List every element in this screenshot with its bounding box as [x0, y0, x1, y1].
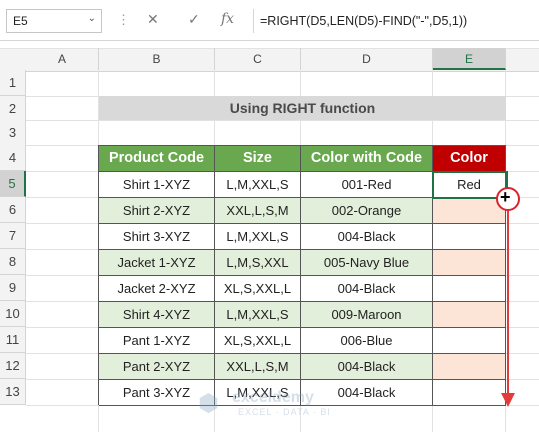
chevron-down-icon[interactable]: ⌄ [88, 13, 96, 24]
table-cell[interactable]: 001-Red [301, 172, 433, 198]
column-header-e[interactable]: E [433, 48, 506, 70]
table-cell[interactable]: Shirt 3-XYZ [99, 224, 215, 250]
table-cell[interactable] [433, 198, 506, 224]
table-header-product-code[interactable]: Product Code [99, 146, 215, 172]
row-header-11[interactable]: 11 [0, 327, 26, 353]
table-cell[interactable]: Pant 1-XYZ [99, 328, 215, 354]
column-header-b[interactable]: B [99, 48, 215, 70]
table-cell[interactable]: L,M,XXL,S [215, 224, 301, 250]
table-cell[interactable]: XXL,L,S,M [215, 354, 301, 380]
row-header-2[interactable]: 2 [0, 96, 26, 122]
table-cell[interactable]: L,M,XXL,S [215, 302, 301, 328]
arrow-down-icon [501, 393, 515, 407]
table-cell[interactable]: XL,S,XXL,L [215, 276, 301, 302]
row-header-1[interactable]: 1 [0, 70, 26, 96]
table-header-size[interactable]: Size [215, 146, 301, 172]
table-cell[interactable]: XXL,L,S,M [215, 198, 301, 224]
column-header-c[interactable]: C [215, 48, 301, 70]
enter-icon[interactable]: ✓ [188, 11, 200, 28]
row-header-6[interactable]: 6 [0, 197, 26, 223]
formula-bar: E5 ⌄ ⋮ ✕ ✓ fx =RIGHT(D5,LEN(D5)-FIND("-"… [0, 0, 539, 41]
row-header-10[interactable]: 10 [0, 301, 26, 327]
table-cell[interactable]: Shirt 2-XYZ [99, 198, 215, 224]
row-header-4[interactable]: 4 [0, 145, 26, 171]
table-cell[interactable]: Jacket 1-XYZ [99, 250, 215, 276]
table-cell[interactable]: 002-Orange [301, 198, 433, 224]
formula-text: =RIGHT(D5,LEN(D5)-FIND("-",D5,1)) [260, 14, 468, 28]
table-cell[interactable]: Pant 2-XYZ [99, 354, 215, 380]
table-cell[interactable]: Shirt 1-XYZ [99, 172, 215, 198]
table-cell[interactable]: 005-Navy Blue [301, 250, 433, 276]
row-header-9[interactable]: 9 [0, 275, 26, 301]
table-cell[interactable]: L,M,S,XXL [215, 250, 301, 276]
gridline [26, 120, 539, 121]
formula-input[interactable]: =RIGHT(D5,LEN(D5)-FIND("-",D5,1)) [253, 9, 539, 33]
fill-handle-crosshair-icon[interactable]: + [496, 187, 520, 211]
row-header-5[interactable]: 5 [0, 171, 26, 197]
table-cell[interactable]: Jacket 2-XYZ [99, 276, 215, 302]
column-header-d[interactable]: D [301, 48, 433, 70]
table-header-color-with-code[interactable]: Color with Code [301, 146, 433, 172]
table-header-color[interactable]: Color [433, 146, 506, 172]
table-cell[interactable] [433, 250, 506, 276]
table-cell[interactable]: XL,S,XXL,L [215, 328, 301, 354]
table-cell[interactable] [433, 354, 506, 380]
table-cell[interactable]: 004-Black [301, 276, 433, 302]
name-box-value: E5 [13, 14, 28, 28]
table-cell[interactable]: 004-Black [301, 224, 433, 250]
row-header-3[interactable]: 3 [0, 120, 26, 146]
insert-function-icon[interactable]: fx [221, 11, 234, 27]
watermark: ⬢ exceldemy EXCEL · DATA · BI [198, 385, 358, 425]
row-header-7[interactable]: 7 [0, 223, 26, 249]
table-cell[interactable]: 009-Maroon [301, 302, 433, 328]
table-cell[interactable] [433, 224, 506, 250]
table-cell[interactable] [433, 328, 506, 354]
table-cell[interactable]: 004-Black [301, 354, 433, 380]
exceldemy-logo-icon: ⬢ [198, 390, 219, 417]
formula-bar-separator: ⋮ [117, 12, 130, 27]
cancel-icon[interactable]: ✕ [147, 11, 159, 28]
table-cell[interactable] [433, 302, 506, 328]
row-header-13[interactable]: 13 [0, 379, 26, 405]
sheet-title[interactable]: Using RIGHT function [99, 96, 506, 120]
column-header-a[interactable]: A [26, 48, 99, 70]
table-cell[interactable]: L,M,XXL,S [215, 172, 301, 198]
table-cell[interactable] [433, 380, 506, 406]
table-cell[interactable] [433, 276, 506, 302]
row-header-8[interactable]: 8 [0, 249, 26, 275]
table-cell[interactable]: Shirt 4-XYZ [99, 302, 215, 328]
drag-arrow-line [507, 209, 509, 397]
name-box[interactable]: E5 ⌄ [6, 9, 102, 33]
row-header-12[interactable]: 12 [0, 353, 26, 379]
watermark-tagline: EXCEL · DATA · BI [238, 407, 331, 417]
table-cell[interactable]: 006-Blue [301, 328, 433, 354]
watermark-name: exceldemy [232, 389, 314, 406]
